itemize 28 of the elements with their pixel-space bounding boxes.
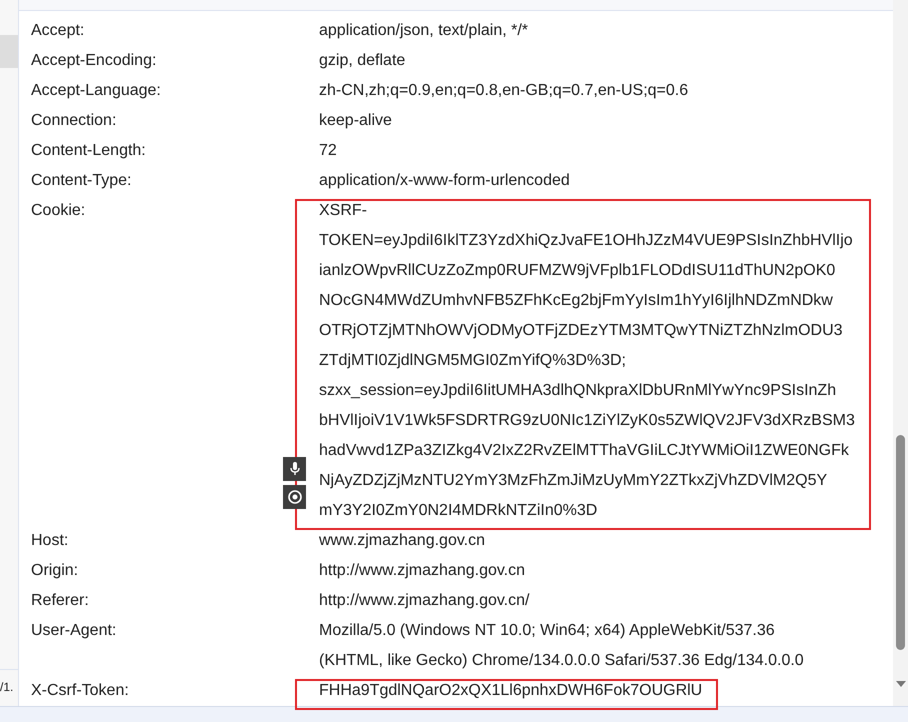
header-value: application/json, text/plain, */* xyxy=(319,21,528,41)
header-value: application/x-www-form-urlencoded xyxy=(319,171,570,191)
header-value: Mozilla/5.0 (Windows NT 10.0; Win64; x64) AppleWebKit/537.36 (KHTML, like Gecko) Chrome/134.0.0.0 Safari/537.36 Edg/134.0.0.0 xyxy=(319,621,804,671)
header-name: Content-Type: xyxy=(30,171,132,191)
header-value: www.zjmazhang.gov.cn xyxy=(319,531,485,551)
header-value: zh-CN,zh;q=0.9,en;q=0.8,en-GB;q=0.7,en-US;q=0.6 xyxy=(319,81,688,101)
header-name: Host: xyxy=(30,531,70,551)
header-value: FHHa9TgdlNQarO2xQX1Ll6pnhxDWH6Fok7OUGRlU xyxy=(319,681,702,701)
header-value: keep-alive xyxy=(319,111,392,131)
header-name: Referer: xyxy=(30,591,90,611)
header-value: 72 xyxy=(319,141,337,161)
microphone-icon[interactable] xyxy=(283,457,306,481)
header-name: Accept: xyxy=(30,21,86,41)
target-icon[interactable] xyxy=(283,485,306,509)
header-value: gzip, deflate xyxy=(319,51,406,71)
header-name: Origin: xyxy=(30,561,80,581)
header-name: Content-Length: xyxy=(30,141,147,161)
header-name: Connection: xyxy=(30,111,118,131)
header-name: User-Agent: xyxy=(30,621,118,641)
header-name: Cookie: xyxy=(30,201,86,221)
header-name: Accept-Encoding: xyxy=(30,51,158,71)
scroll-down-arrow-icon[interactable] xyxy=(895,680,907,688)
header-name: Accept-Language: xyxy=(30,81,162,101)
header-value: http://www.zjmazhang.gov.cn xyxy=(319,561,526,581)
truncated-text: /1. xyxy=(0,680,14,694)
header-name: X-Csrf-Token: xyxy=(30,681,130,701)
header-value: http://www.zjmazhang.gov.cn/ xyxy=(319,591,530,611)
scrollbar-thumb[interactable] xyxy=(896,435,905,650)
